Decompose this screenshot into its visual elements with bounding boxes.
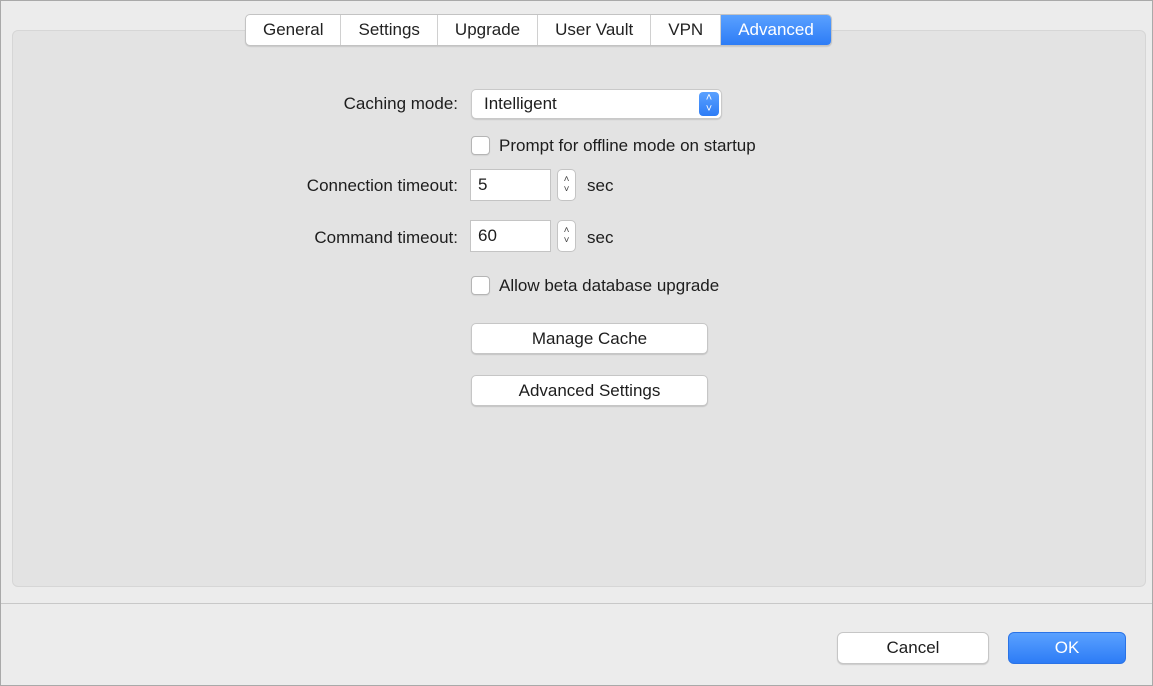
tab-general[interactable]: General [246, 15, 342, 45]
connection-timeout-stepper[interactable]: ˄ ˅ [557, 169, 576, 201]
command-timeout-unit: sec [587, 228, 614, 247]
tab-bar: General Settings Upgrade User Vault VPN … [245, 14, 832, 46]
caching-mode-select[interactable]: Intelligent ˄ ˅ [471, 89, 722, 119]
tab-advanced[interactable]: Advanced [721, 15, 831, 45]
advanced-settings-button[interactable]: Advanced Settings [471, 375, 708, 406]
command-timeout-field[interactable]: 60 [470, 220, 551, 252]
caching-mode-label: Caching mode: [343, 94, 458, 113]
beta-upgrade-checkbox[interactable] [471, 276, 490, 295]
preferences-window: General Settings Upgrade User Vault VPN … [0, 0, 1153, 686]
manage-cache-button[interactable]: Manage Cache [471, 323, 708, 354]
command-timeout-label: Command timeout: [314, 228, 458, 247]
stepper-down-icon: ˅ [563, 235, 570, 246]
tab-user-vault[interactable]: User Vault [538, 15, 652, 45]
tab-settings[interactable]: Settings [341, 15, 438, 45]
beta-upgrade-label: Allow beta database upgrade [499, 276, 720, 295]
offline-prompt-checkbox[interactable] [471, 136, 490, 155]
chevron-up-down-icon: ˄ ˅ [699, 92, 719, 116]
connection-timeout-field[interactable]: 5 [470, 169, 551, 201]
tab-vpn[interactable]: VPN [651, 15, 722, 45]
connection-timeout-unit: sec [587, 176, 614, 195]
caching-mode-value: Intelligent [484, 94, 557, 113]
footer-divider [1, 603, 1152, 604]
offline-prompt-label: Prompt for offline mode on startup [499, 136, 756, 155]
ok-button[interactable]: OK [1008, 632, 1126, 664]
cancel-button[interactable]: Cancel [837, 632, 989, 664]
stepper-down-icon: ˅ [563, 184, 570, 195]
tab-upgrade[interactable]: Upgrade [438, 15, 539, 45]
command-timeout-stepper[interactable]: ˄ ˅ [557, 220, 576, 252]
connection-timeout-label: Connection timeout: [306, 176, 458, 195]
